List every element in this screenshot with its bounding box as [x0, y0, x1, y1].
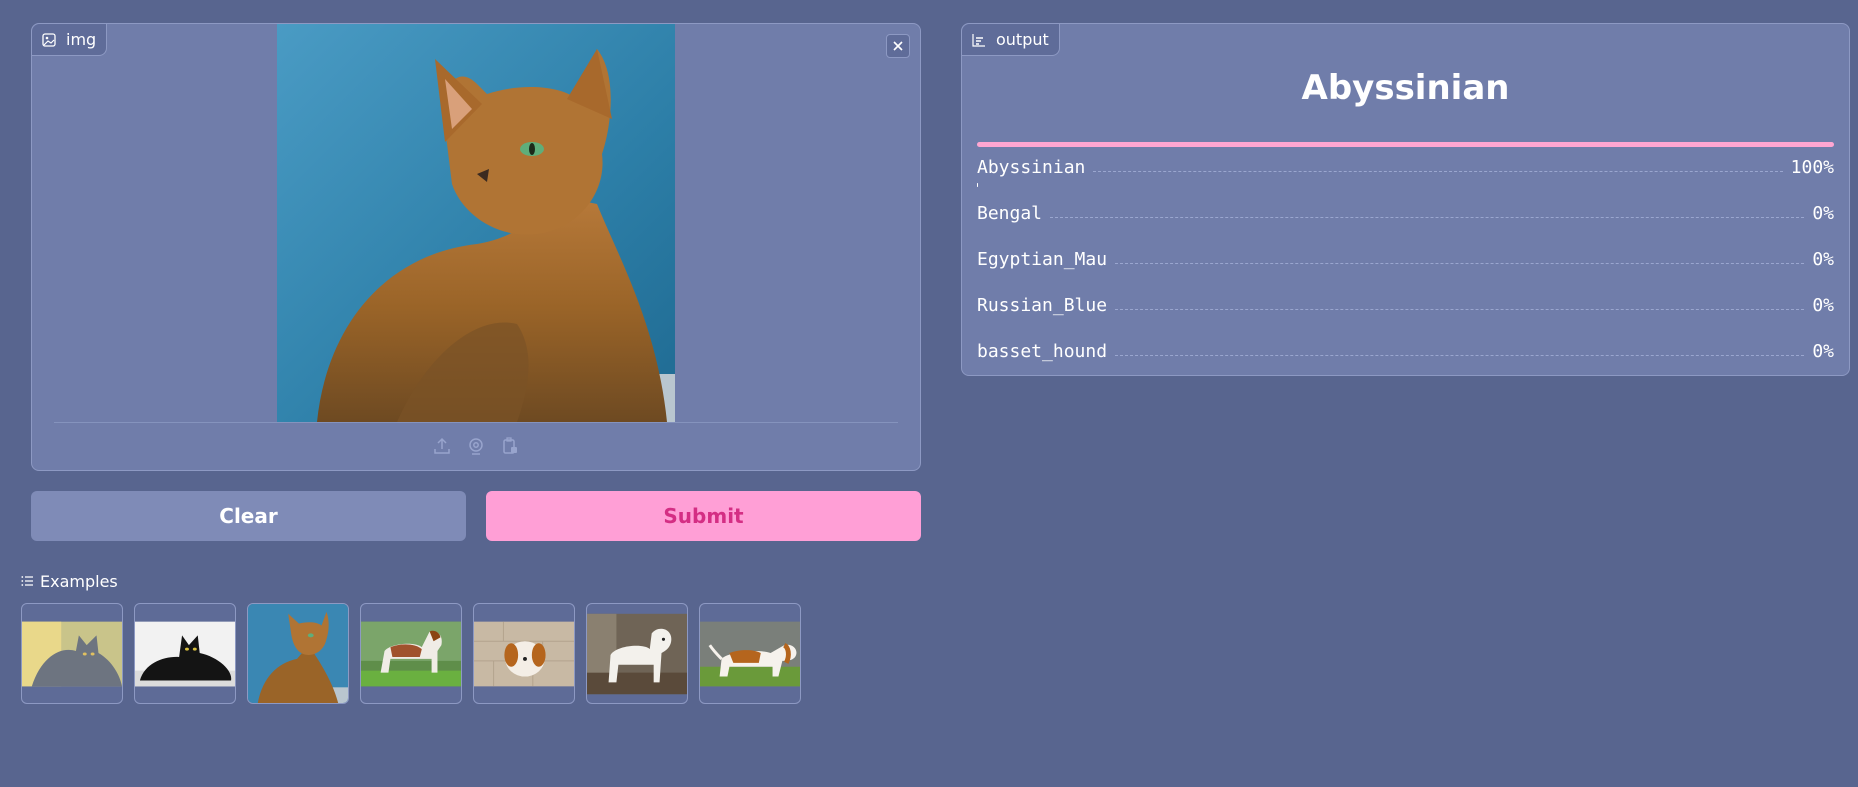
confidence-label: Abyssinian [977, 157, 1086, 178]
confidence-percent: 0% [1812, 341, 1834, 362]
confidence-percent: 0% [1812, 203, 1834, 224]
upload-icon[interactable] [432, 436, 452, 456]
dotted-leader [1050, 217, 1805, 218]
close-button[interactable] [886, 34, 910, 58]
confidence-label: basset_hound [977, 341, 1108, 362]
example-black-cat[interactable] [134, 603, 236, 704]
uploaded-cat-image[interactable] [277, 24, 675, 422]
example-white-dog[interactable] [586, 603, 688, 704]
webcam-icon[interactable] [466, 436, 486, 456]
confidence-list: Abyssinian 100% Bengal 0% Egyptian_Mau 0… [977, 152, 1834, 382]
dotted-leader [1115, 355, 1805, 356]
example-abyssinian-cat[interactable] [247, 603, 349, 704]
top-confidence-fill [977, 142, 1834, 147]
dotted-leader [1115, 263, 1805, 264]
example-basset-hound[interactable] [699, 603, 801, 704]
confidence-label: Egyptian_Mau [977, 249, 1108, 270]
image-input-label-text: img [66, 30, 97, 49]
dotted-leader [1093, 171, 1783, 172]
confidence-row[interactable]: Russian_Blue 0% [977, 290, 1834, 336]
confidence-percent: 0% [1812, 295, 1834, 316]
image-input-panel: img [31, 23, 921, 471]
example-saint-bernard[interactable] [360, 603, 462, 704]
output-panel: output Abyssinian Abyssinian 100% Bengal… [961, 23, 1850, 376]
example-russian-blue-cat[interactable] [21, 603, 123, 704]
confidence-row[interactable]: Bengal 0% [977, 198, 1834, 244]
examples-header: Examples [21, 572, 118, 591]
confidence-bar [977, 183, 978, 187]
confidence-row[interactable]: basset_hound 0% [977, 336, 1834, 382]
clear-button[interactable]: Clear [31, 491, 466, 541]
top-confidence-bar [977, 142, 1834, 147]
example-shih-tzu[interactable] [473, 603, 575, 704]
examples-label: Examples [40, 572, 118, 591]
close-icon [892, 37, 904, 56]
list-icon [21, 572, 34, 591]
output-label: output [962, 24, 1060, 56]
divider [54, 422, 898, 423]
predicted-label: Abyssinian [1301, 68, 1510, 108]
source-selector [32, 436, 920, 456]
confidence-label: Russian_Blue [977, 295, 1108, 316]
bar-chart-icon [972, 33, 986, 47]
clipboard-icon[interactable] [500, 436, 520, 456]
confidence-percent: 0% [1812, 249, 1834, 270]
output-label-text: output [996, 30, 1049, 49]
confidence-percent: 100% [1790, 157, 1834, 178]
submit-button[interactable]: Submit [486, 491, 921, 541]
image-input-label: img [32, 24, 108, 56]
confidence-row[interactable]: Abyssinian 100% [977, 152, 1834, 198]
confidence-label: Bengal [977, 203, 1043, 224]
image-icon [42, 32, 56, 47]
confidence-row[interactable]: Egyptian_Mau 0% [977, 244, 1834, 290]
dotted-leader [1115, 309, 1805, 310]
examples-gallery [21, 603, 801, 704]
